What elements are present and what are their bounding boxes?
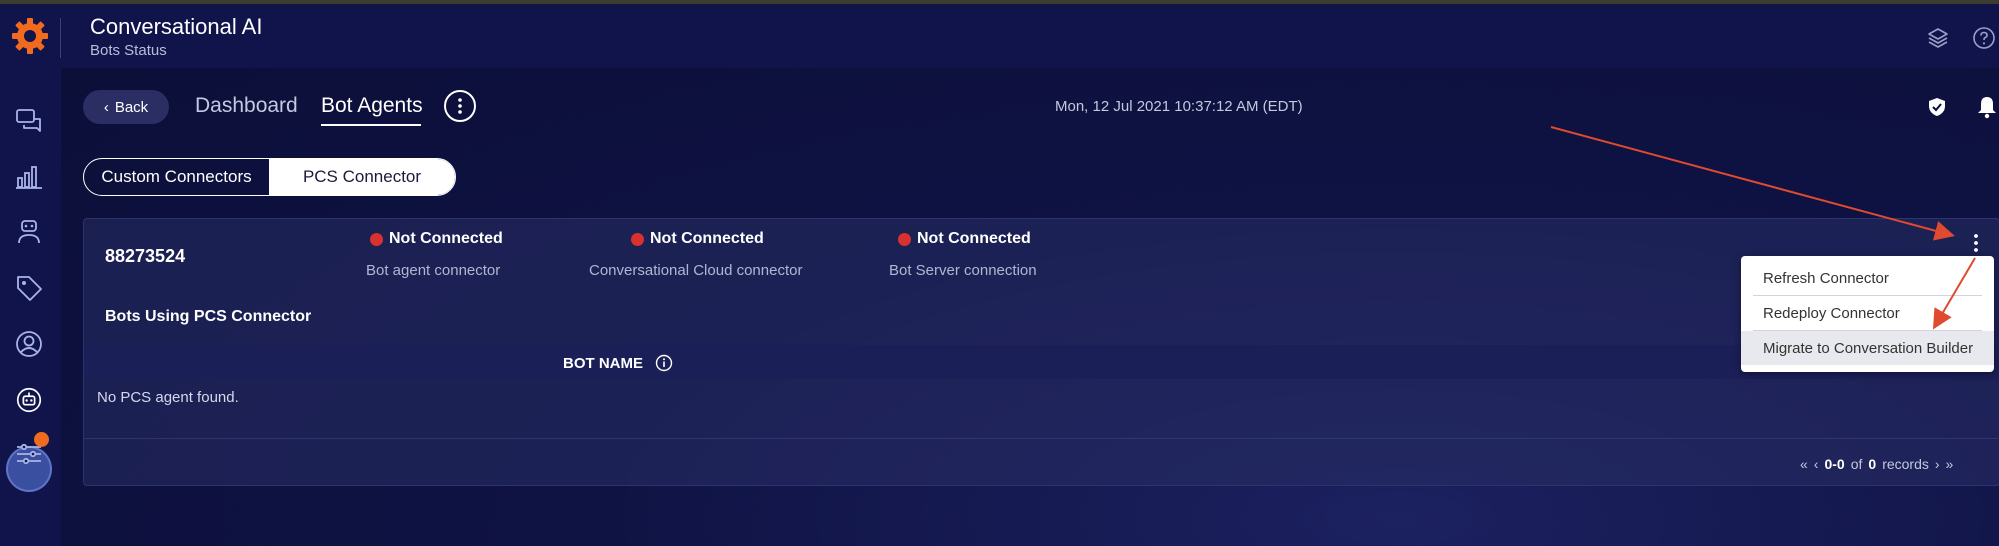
analytics-icon[interactable] (13, 160, 45, 192)
bell-icon[interactable] (1976, 95, 1998, 119)
agent-icon[interactable] (13, 216, 45, 248)
notification-badge (34, 432, 49, 447)
records-range: 0-0 (1824, 456, 1845, 472)
menu-redeploy-connector[interactable]: Redeploy Connector (1741, 296, 1994, 330)
status-dot-icon (370, 232, 383, 246)
empty-table-message: No PCS agent found. (97, 389, 239, 406)
status-dot-icon (898, 232, 911, 246)
status-dot-icon (631, 232, 644, 246)
header-divider (60, 18, 61, 58)
menu-migrate-to-conversation-builder[interactable]: Migrate to Conversation Builder (1741, 331, 1994, 365)
status-desc-bot-server: Bot Server connection (889, 262, 1037, 279)
vertical-dots-icon (458, 98, 462, 114)
connector-menu-icon[interactable] (1970, 232, 1982, 254)
shield-icon[interactable] (1926, 96, 1948, 118)
app-subtitle: Bots Status (90, 42, 167, 59)
bot-icon[interactable] (14, 385, 44, 415)
connector-dropdown-menu: Refresh Connector Redeploy Connector Mig… (1741, 256, 1994, 372)
next-page-icon[interactable]: › (1935, 456, 1940, 472)
connector-id: 88273524 (105, 246, 186, 266)
info-icon[interactable] (655, 354, 673, 372)
pagination: « ‹ 0-0 of 0 records › » (1800, 456, 1953, 472)
logo-gear-icon[interactable] (10, 16, 50, 56)
app-header: Conversational AI Bots Status (0, 4, 1999, 68)
back-label: Back (114, 98, 149, 116)
status-conversational-cloud: Not Connected (631, 230, 764, 248)
current-datetime: Mon, 12 Jul 2021 10:37:12 AM (EDT) (1055, 98, 1303, 115)
sidebar (0, 68, 61, 546)
tag-icon[interactable] (13, 272, 45, 304)
chat-icon[interactable] (13, 104, 45, 136)
column-header-bot-name[interactable]: BOT NAME (563, 354, 673, 372)
column-label: BOT NAME (563, 354, 643, 372)
prev-page-icon[interactable]: ‹ (1814, 456, 1819, 472)
records-of: of (1850, 456, 1863, 472)
section-title: Bots Using PCS Connector (105, 308, 312, 325)
table-row (84, 380, 1998, 439)
status-bot-server: Not Connected (898, 230, 1031, 248)
status-label: Not Connected (917, 230, 1031, 247)
records-suffix: records (1882, 456, 1929, 472)
menu-refresh-connector[interactable]: Refresh Connector (1741, 261, 1994, 295)
tab-bot-agents[interactable]: Bot Agents (321, 94, 423, 118)
last-page-icon[interactable]: » (1946, 456, 1954, 472)
chevron-left-icon: ‹ (103, 98, 109, 116)
status-label: Not Connected (650, 230, 764, 247)
more-options-button[interactable] (444, 90, 476, 122)
records-total: 0 (1868, 456, 1877, 472)
back-button[interactable]: ‹ Back (83, 90, 169, 124)
app-title: Conversational AI (90, 14, 263, 39)
user-profile-icon[interactable] (13, 328, 45, 360)
tab-dashboard[interactable]: Dashboard (195, 94, 298, 118)
table-header (84, 345, 1998, 379)
segment-pcs-connector[interactable]: PCS Connector (269, 159, 455, 195)
active-tab-indicator (321, 124, 421, 126)
status-bot-agent: Not Connected (370, 230, 503, 248)
first-page-icon[interactable]: « (1800, 456, 1808, 472)
segment-custom-connectors[interactable]: Custom Connectors (84, 159, 269, 195)
layers-icon[interactable] (1926, 26, 1950, 50)
connector-type-toggle: Custom Connectors PCS Connector (83, 158, 456, 196)
status-label: Not Connected (389, 230, 503, 247)
status-desc-conversational-cloud: Conversational Cloud connector (589, 262, 803, 279)
help-icon[interactable] (1972, 26, 1996, 50)
status-desc-bot-agent: Bot agent connector (366, 262, 501, 279)
